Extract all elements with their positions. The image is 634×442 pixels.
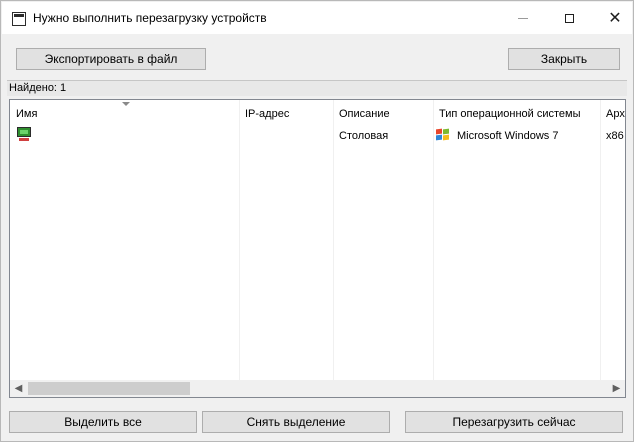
cell-description: Столовая: [339, 130, 389, 142]
column-header-architecture[interactable]: Арх: [606, 108, 625, 120]
minimize-button[interactable]: [500, 2, 546, 34]
cell-os-type: Microsoft Windows 7: [457, 130, 559, 142]
scrollbar-thumb[interactable]: [28, 382, 190, 395]
select-all-button[interactable]: Выделить все: [9, 411, 197, 433]
found-count-label: Найдено: 1: [7, 80, 627, 96]
export-to-file-button[interactable]: Экспортировать в файл: [16, 48, 206, 70]
reboot-now-button[interactable]: Перезагрузить сейчас: [405, 411, 623, 433]
column-header-ip[interactable]: IP-адрес: [245, 108, 289, 120]
column-header-description[interactable]: Описание: [339, 108, 390, 120]
close-window-button[interactable]: ✕: [592, 2, 634, 34]
column-header-name[interactable]: Имя: [16, 108, 37, 120]
minimize-icon: [518, 17, 528, 19]
dialog-window: Нужно выполнить перезагрузку устройств ✕…: [0, 0, 634, 442]
deselect-button[interactable]: Снять выделение: [202, 411, 390, 433]
column-divider[interactable]: [433, 100, 434, 381]
scroll-right-icon[interactable]: ▶: [608, 380, 625, 397]
device-list[interactable]: Имя IP-адрес Описание Тип операционной с…: [9, 99, 626, 398]
horizontal-scrollbar[interactable]: ◀ ▶: [10, 380, 625, 397]
column-divider[interactable]: [239, 100, 240, 381]
sort-descending-icon: [122, 102, 130, 106]
column-divider[interactable]: [333, 100, 334, 381]
cell-architecture: x86: [606, 130, 624, 142]
computer-icon: [16, 127, 32, 142]
close-icon: ✕: [608, 8, 622, 27]
window-icon: [12, 12, 26, 26]
maximize-icon: [564, 13, 574, 23]
window-title: Нужно выполнить перезагрузку устройств: [33, 11, 267, 25]
title-bar[interactable]: Нужно выполнить перезагрузку устройств ✕: [2, 2, 632, 34]
column-divider[interactable]: [600, 100, 601, 381]
column-header-os-type[interactable]: Тип операционной системы: [439, 108, 581, 120]
maximize-button[interactable]: [546, 2, 592, 34]
windows-logo-icon: [435, 128, 451, 142]
close-button[interactable]: Закрыть: [508, 48, 620, 70]
scroll-left-icon[interactable]: ◀: [10, 380, 27, 397]
